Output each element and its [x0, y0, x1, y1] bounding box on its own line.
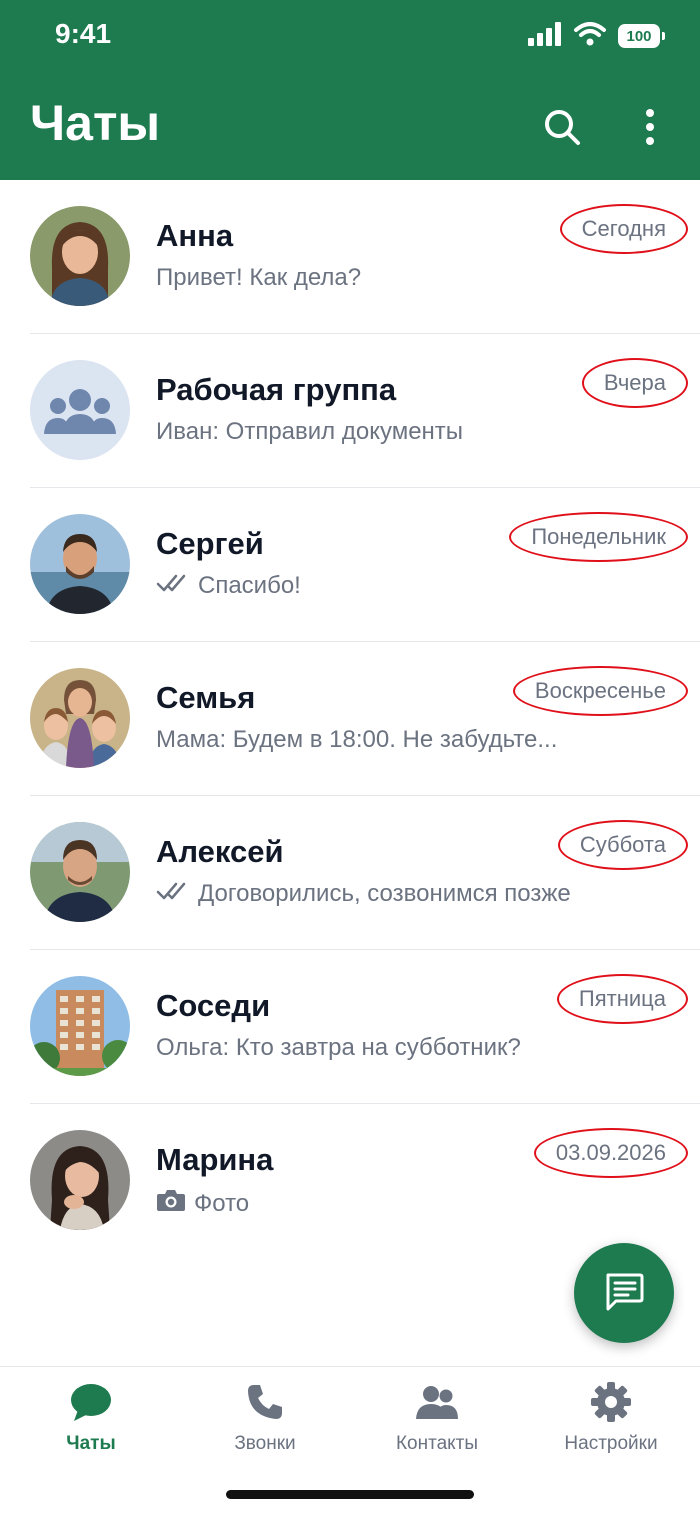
more-menu-button[interactable]	[625, 104, 675, 154]
status-icons: 100	[528, 21, 665, 51]
chat-item-neighbors[interactable]: Соседи Ольга: Кто завтра на субботник? П…	[0, 950, 700, 1104]
chat-time: Пятница	[556, 974, 688, 1024]
chat-name: Сергей	[156, 526, 264, 561]
avatar	[30, 1130, 130, 1230]
chat-list: Анна Привет! Как дела? Сегодня Рабочая г…	[0, 180, 700, 1258]
double-check-icon	[156, 572, 190, 600]
chat-preview: Фото	[156, 1188, 249, 1219]
home-indicator	[226, 1490, 474, 1499]
chat-item-family[interactable]: Семья Мама: Будем в 18:00. Не забудьте..…	[0, 642, 700, 796]
chat-item-anna[interactable]: Анна Привет! Как дела? Сегодня	[0, 180, 700, 334]
chat-name: Марина	[156, 1142, 274, 1177]
new-message-icon	[602, 1269, 646, 1318]
nav-chats[interactable]: Чаты	[11, 1379, 171, 1455]
chat-preview: Ольга: Кто завтра на субботник?	[156, 1034, 521, 1061]
camera-icon	[156, 1188, 186, 1219]
new-chat-button[interactable]	[574, 1243, 674, 1343]
signal-icon	[528, 21, 562, 51]
nav-label: Настройки	[564, 1433, 658, 1454]
chat-preview: Мама: Будем в 18:00. Не забудьте...	[156, 726, 558, 753]
chat-time: Суббота	[557, 820, 688, 870]
nav-contacts[interactable]: Контакты	[357, 1379, 517, 1455]
nav-label: Чаты	[66, 1433, 116, 1454]
chat-time: 03.09.2026	[533, 1128, 688, 1178]
nav-settings[interactable]: Настройки	[531, 1379, 691, 1455]
chat-name: Анна	[156, 218, 234, 253]
nav-label: Звонки	[234, 1433, 296, 1454]
nav-calls[interactable]: Звонки	[185, 1379, 345, 1455]
nav-label: Контакты	[395, 1433, 479, 1454]
avatar	[30, 668, 130, 768]
search-icon	[542, 107, 582, 152]
chat-item-sergey[interactable]: Сергей Спасибо! Понедельник	[0, 488, 700, 642]
avatar	[30, 360, 130, 460]
chat-time: Вчера	[581, 358, 688, 408]
chat-preview: Привет! Как дела?	[156, 264, 362, 291]
chat-item-work-group[interactable]: Рабочая группа Иван: Отправил документы …	[0, 334, 700, 488]
wifi-icon	[574, 21, 606, 51]
chat-name: Алексей	[156, 834, 284, 869]
chat-preview: Спасибо!	[156, 572, 301, 600]
chat-name: Рабочая группа	[156, 372, 397, 407]
page-title: Чаты	[30, 95, 161, 151]
search-button[interactable]	[537, 104, 587, 154]
more-vertical-icon	[645, 108, 655, 151]
avatar	[30, 976, 130, 1076]
chat-preview: Договорились, созвонимся позже	[156, 880, 571, 908]
chat-name: Соседи	[156, 988, 271, 1023]
chat-time: Понедельник	[509, 512, 688, 562]
chat-bubble-icon	[70, 1379, 112, 1425]
chat-time: Воскресенье	[512, 666, 688, 716]
avatar	[30, 822, 130, 922]
double-check-icon	[156, 880, 190, 908]
phone-icon	[245, 1379, 285, 1425]
avatar	[30, 514, 130, 614]
chat-preview: Иван: Отправил документы	[156, 418, 464, 445]
avatar	[30, 206, 130, 306]
chat-name: Семья	[156, 680, 256, 715]
settings-gear-icon	[590, 1379, 632, 1425]
chat-item-alexey[interactable]: Алексей Договорились, созвонимся позже С…	[0, 796, 700, 950]
chat-item-marina[interactable]: Марина Фото 03.09.2026	[0, 1104, 700, 1258]
battery-icon: 100	[618, 24, 665, 48]
app-header: 9:41 100 Чаты	[0, 0, 700, 180]
group-icon	[30, 360, 130, 460]
contacts-icon	[414, 1379, 460, 1425]
chat-time: Сегодня	[559, 204, 688, 254]
status-time: 9:41	[55, 18, 112, 49]
